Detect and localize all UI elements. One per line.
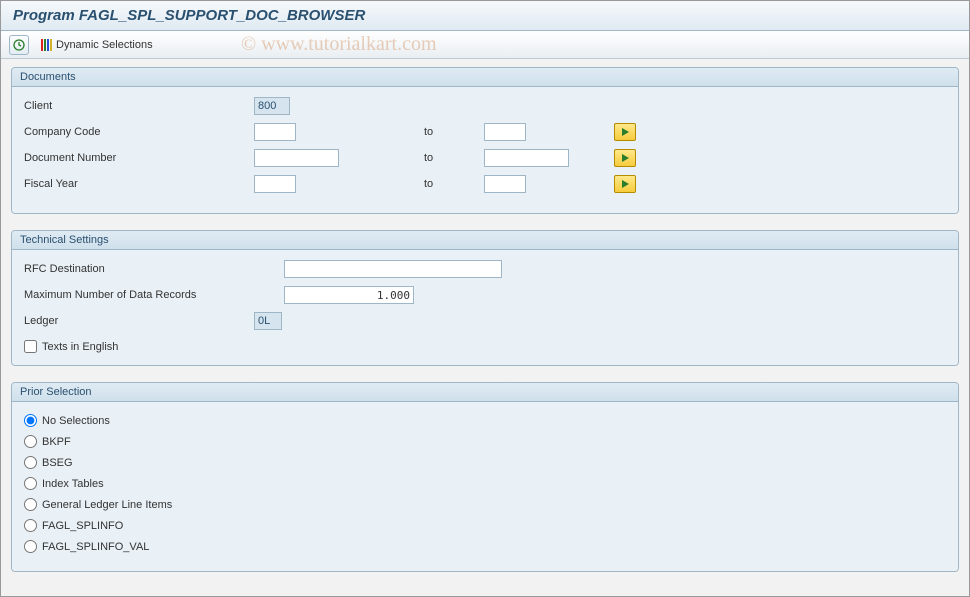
radio-option: Index Tables [24, 473, 946, 494]
document-number-label: Document Number [24, 152, 254, 164]
max-records-row: Maximum Number of Data Records [24, 284, 946, 306]
index-tables-label: Index Tables [42, 478, 104, 490]
document-number-from-field[interactable] [254, 149, 339, 167]
gl-line-items-label: General Ledger Line Items [42, 499, 172, 511]
ledger-field[interactable] [254, 312, 282, 330]
bkpf-radio[interactable] [24, 435, 37, 448]
dynamic-selections-button[interactable]: Dynamic Selections [37, 37, 157, 53]
arrow-right-icon [622, 180, 629, 188]
radio-option: No Selections [24, 410, 946, 431]
company-code-label: Company Code [24, 126, 254, 138]
document-number-to-label: to [404, 152, 484, 164]
main-window: Program FAGL_SPL_SUPPORT_DOC_BROWSER Dyn… [0, 0, 970, 597]
rfc-label: RFC Destination [24, 263, 284, 275]
bseg-radio[interactable] [24, 456, 37, 469]
radio-option: General Ledger Line Items [24, 494, 946, 515]
document-number-row: Document Number to [24, 147, 946, 169]
documents-group: Documents Client Company Code to [11, 67, 959, 214]
bseg-label: BSEG [42, 457, 73, 469]
content-area: Documents Client Company Code to [1, 59, 969, 596]
fagl-splinfo-val-label: FAGL_SPLINFO_VAL [42, 541, 149, 553]
rfc-row: RFC Destination [24, 258, 946, 280]
radio-option: FAGL_SPLINFO [24, 515, 946, 536]
company-code-multi-button[interactable] [614, 123, 636, 141]
fiscal-year-multi-button[interactable] [614, 175, 636, 193]
toolbar: Dynamic Selections [1, 31, 969, 59]
texts-english-checkbox[interactable] [24, 340, 37, 353]
document-number-to-field[interactable] [484, 149, 569, 167]
fagl-splinfo-label: FAGL_SPLINFO [42, 520, 123, 532]
prior-selection-group: Prior Selection No Selections BKPF BSEG … [11, 382, 959, 572]
documents-group-title: Documents [12, 68, 958, 87]
company-code-to-label: to [404, 126, 484, 138]
company-code-from-field[interactable] [254, 123, 296, 141]
company-code-to-field[interactable] [484, 123, 526, 141]
gl-line-items-radio[interactable] [24, 498, 37, 511]
fiscal-year-from-field[interactable] [254, 175, 296, 193]
max-records-label: Maximum Number of Data Records [24, 289, 284, 301]
fagl-splinfo-val-radio[interactable] [24, 540, 37, 553]
radio-option: BKPF [24, 431, 946, 452]
technical-settings-title: Technical Settings [12, 231, 958, 250]
fiscal-year-to-field[interactable] [484, 175, 526, 193]
rfc-field[interactable] [284, 260, 502, 278]
client-field[interactable] [254, 97, 290, 115]
fagl-splinfo-radio[interactable] [24, 519, 37, 532]
execute-button[interactable] [9, 35, 29, 55]
arrow-right-icon [622, 128, 629, 136]
document-number-multi-button[interactable] [614, 149, 636, 167]
prior-selection-title: Prior Selection [12, 383, 958, 402]
client-row: Client [24, 95, 946, 117]
ledger-row: Ledger [24, 310, 946, 332]
radio-option: FAGL_SPLINFO_VAL [24, 536, 946, 557]
radio-option: BSEG [24, 452, 946, 473]
arrow-right-icon [622, 154, 629, 162]
index-tables-radio[interactable] [24, 477, 37, 490]
dynamic-selections-icon [41, 39, 52, 51]
max-records-field[interactable] [284, 286, 414, 304]
client-label: Client [24, 100, 254, 112]
dynamic-selections-label: Dynamic Selections [56, 39, 153, 51]
texts-english-row: Texts in English [24, 336, 946, 357]
company-code-row: Company Code to [24, 121, 946, 143]
bkpf-label: BKPF [42, 436, 71, 448]
technical-settings-group: Technical Settings RFC Destination Maxim… [11, 230, 959, 366]
fiscal-year-label: Fiscal Year [24, 178, 254, 190]
fiscal-year-row: Fiscal Year to [24, 173, 946, 195]
no-selections-radio[interactable] [24, 414, 37, 427]
texts-english-label: Texts in English [42, 341, 118, 353]
page-title: Program FAGL_SPL_SUPPORT_DOC_BROWSER [1, 1, 969, 31]
clock-execute-icon [13, 39, 25, 51]
ledger-label: Ledger [24, 315, 254, 327]
fiscal-year-to-label: to [404, 178, 484, 190]
no-selections-label: No Selections [42, 415, 110, 427]
